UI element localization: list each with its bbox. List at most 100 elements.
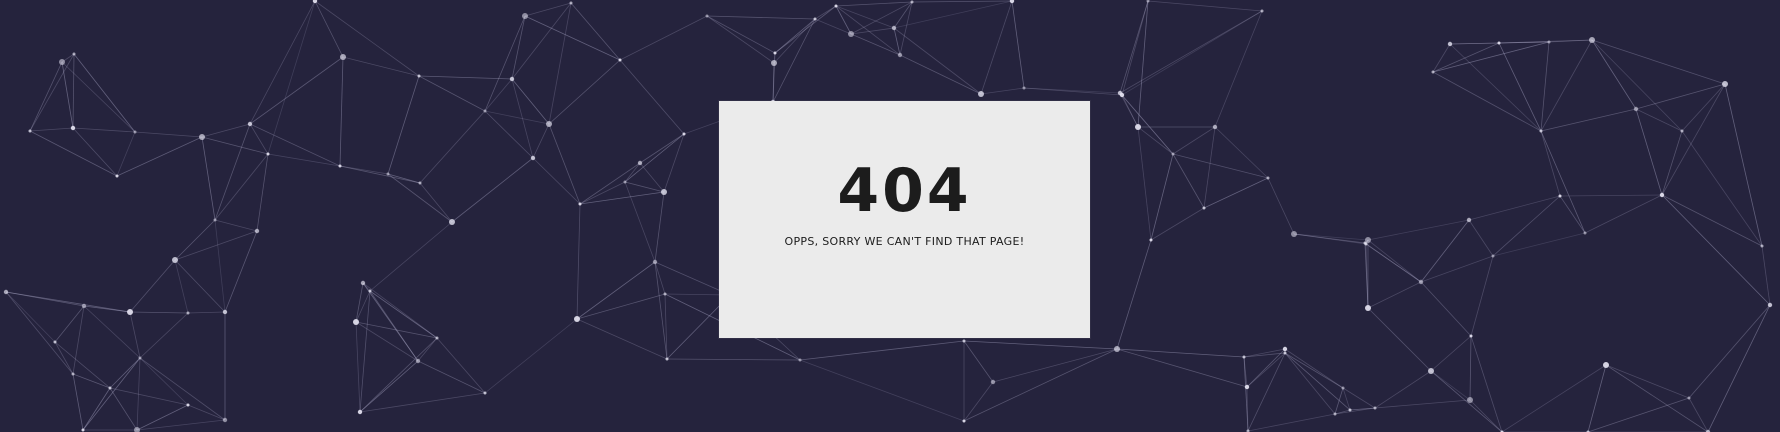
network-node xyxy=(1760,244,1764,248)
network-node xyxy=(637,160,643,166)
network-line xyxy=(73,53,136,133)
network-line xyxy=(1243,348,1286,358)
network-node xyxy=(1212,124,1218,130)
network-node xyxy=(1146,0,1150,3)
network-line xyxy=(1367,239,1422,283)
network-line xyxy=(774,5,837,54)
network-node xyxy=(222,309,228,315)
network-node xyxy=(618,58,622,62)
network-node xyxy=(1687,396,1691,400)
network-node xyxy=(53,340,57,344)
network-node xyxy=(1244,384,1250,390)
network-line xyxy=(1584,194,1663,234)
network-line xyxy=(1365,243,1422,283)
error-page: 404 OPPS, SORRY WE CAN'T FIND THAT PAGE! xyxy=(0,0,1780,432)
network-line xyxy=(129,311,141,359)
network-line xyxy=(899,1,913,56)
network-node xyxy=(338,164,342,168)
network-node xyxy=(1373,406,1377,410)
network-line xyxy=(5,291,74,375)
network-line xyxy=(963,381,994,422)
network-line xyxy=(619,15,708,61)
network-node xyxy=(1341,386,1345,390)
network-line xyxy=(314,0,420,77)
network-line xyxy=(339,165,421,184)
network-line xyxy=(72,373,84,431)
network-node xyxy=(663,292,667,296)
network-line xyxy=(963,340,1118,350)
network-line xyxy=(1121,10,1263,96)
network-line xyxy=(1432,71,1542,132)
network-line xyxy=(187,311,226,314)
network-line xyxy=(1284,352,1336,415)
network-line xyxy=(72,127,136,133)
network-node xyxy=(1583,231,1587,235)
network-line xyxy=(419,182,453,223)
network-node xyxy=(1009,0,1015,4)
network-line xyxy=(174,219,216,261)
network-line xyxy=(963,340,994,383)
network-node xyxy=(368,289,372,293)
network-line xyxy=(1284,348,1344,389)
network-line xyxy=(419,110,486,184)
network-node xyxy=(254,228,260,234)
network-line xyxy=(1150,207,1205,241)
network-line xyxy=(214,219,226,313)
network-node xyxy=(1266,176,1270,180)
network-node xyxy=(72,52,76,56)
network-line xyxy=(1147,0,1263,12)
network-line xyxy=(654,191,665,263)
network-line xyxy=(850,33,901,56)
network-node xyxy=(186,311,190,315)
network-node xyxy=(682,132,686,136)
network-line xyxy=(54,341,111,389)
network-line xyxy=(548,59,621,125)
network-node xyxy=(213,218,217,222)
network-node xyxy=(435,336,439,340)
network-line xyxy=(576,318,668,360)
network-line xyxy=(1203,177,1269,209)
network-node xyxy=(1431,70,1435,74)
network-line xyxy=(1605,364,1709,432)
network-node xyxy=(1333,412,1337,416)
network-line xyxy=(1492,232,1586,257)
network-node xyxy=(133,130,137,134)
network-node xyxy=(1282,346,1288,352)
network-line xyxy=(548,2,572,125)
network-line xyxy=(1498,42,1542,132)
network-line xyxy=(1540,130,1586,234)
network-line xyxy=(1334,387,1344,415)
network-line xyxy=(214,123,251,221)
network-line xyxy=(1761,245,1771,306)
network-node xyxy=(1135,124,1141,130)
network-node xyxy=(1469,334,1473,338)
network-line xyxy=(54,305,85,343)
network-node xyxy=(910,0,914,4)
network-line xyxy=(484,110,534,159)
network-line xyxy=(339,165,389,175)
network-line xyxy=(339,56,344,167)
network-line xyxy=(369,290,438,339)
network-node xyxy=(222,417,228,423)
network-line xyxy=(1707,304,1771,432)
network-node xyxy=(1365,237,1371,243)
network-line xyxy=(511,2,572,80)
network-line xyxy=(136,419,226,431)
network-line xyxy=(524,2,572,17)
network-line xyxy=(576,203,581,320)
network-node xyxy=(1364,242,1368,246)
network-node xyxy=(848,31,854,37)
network-node xyxy=(891,25,897,31)
network-line xyxy=(418,75,486,112)
network-line xyxy=(963,348,1118,422)
network-node xyxy=(71,372,75,376)
network-node xyxy=(483,391,487,395)
network-node xyxy=(1260,9,1264,13)
network-node xyxy=(1202,206,1206,210)
network-line xyxy=(1342,387,1376,409)
network-line xyxy=(109,387,189,406)
network-line xyxy=(129,259,176,313)
network-node xyxy=(546,121,552,127)
network-node xyxy=(1119,92,1125,98)
network-node xyxy=(3,289,9,295)
